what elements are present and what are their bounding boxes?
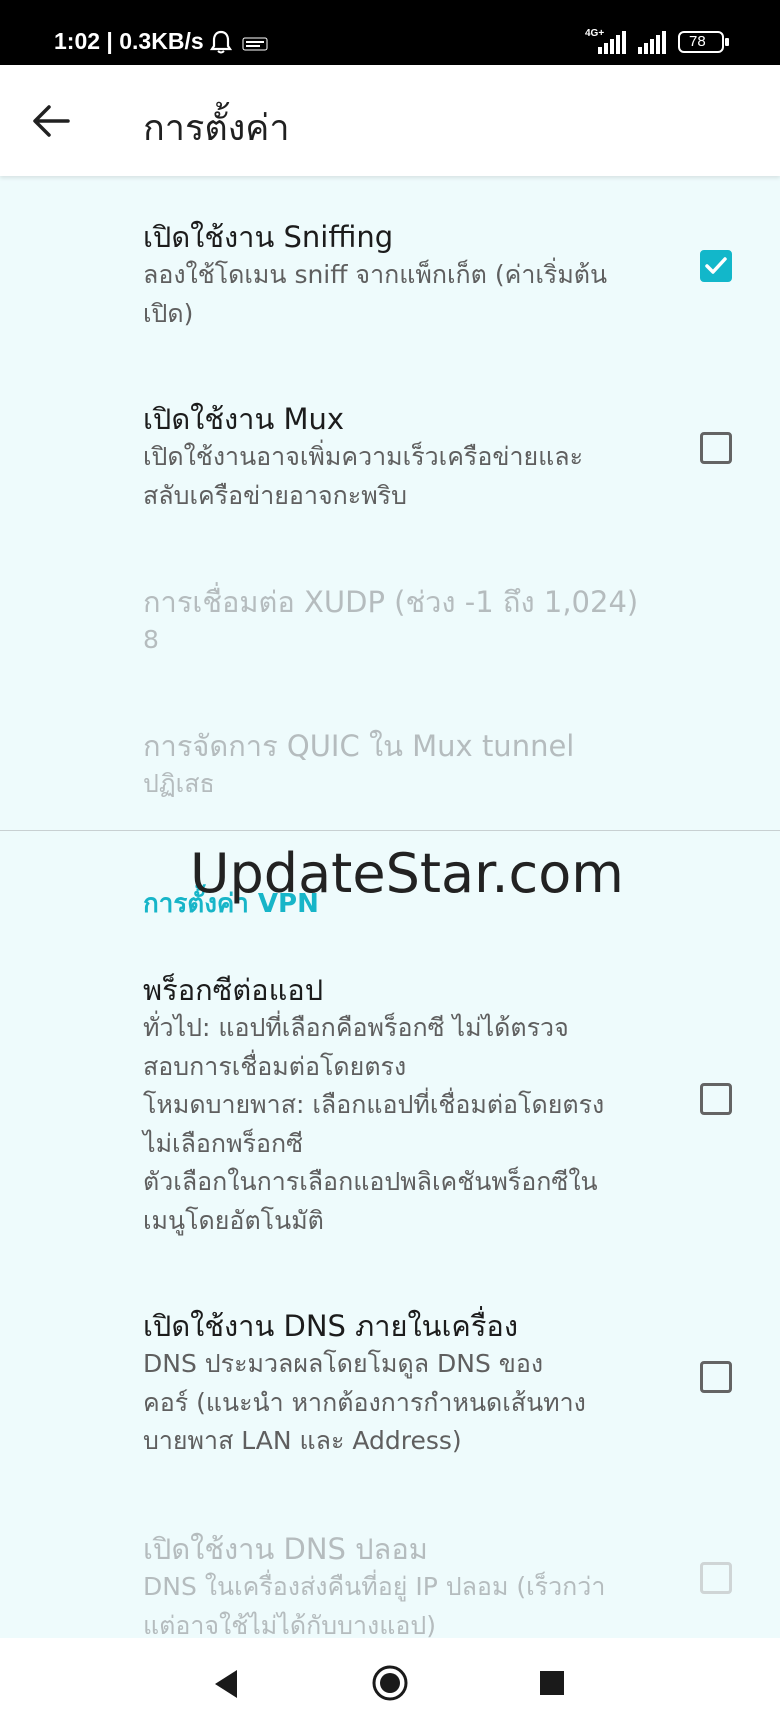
pref-per-app-proxy[interactable]: พร็อกซีต่อแอป ทั่วไป: แอปที่เลือกคือพร็อ… bbox=[0, 967, 780, 1237]
back-button[interactable] bbox=[22, 91, 82, 151]
pref-title: พร็อกซีต่อแอป bbox=[143, 973, 324, 1007]
pref-xudp-connections: การเชื่อมต่อ XUDP (ช่วง -1 ถึง 1,024) 8 bbox=[0, 579, 780, 669]
pref-summary: ทั่วไป: แอปที่เลือกคือพร็อกซี ไม่ได้ตรวจ… bbox=[143, 1013, 605, 1235]
pref-enable-mux[interactable]: เปิดใช้งาน Mux เปิดใช้งานอาจเพิ่มความเร็… bbox=[0, 396, 780, 516]
pref-title: เปิดใช้งาน DNS ปลอม bbox=[143, 1532, 428, 1566]
page-title: การตั้งค่า bbox=[143, 108, 290, 149]
pref-enable-sniffing[interactable]: เปิดใช้งาน Sniffing ลองใช้โดเมน sniff จา… bbox=[0, 214, 780, 334]
triangle-back-icon bbox=[215, 1670, 237, 1698]
pref-summary: ลองใช้โดเมน sniff จากแพ็กเก็ต (ค่าเริ่มต… bbox=[143, 260, 608, 328]
pref-title: เปิดใช้งาน Mux bbox=[143, 402, 345, 436]
pref-summary: DNS ในเครื่องส่งคืนที่อยู่ IP ปลอม (เร็ว… bbox=[143, 1572, 606, 1640]
signal-strength-icon-1 bbox=[598, 30, 628, 58]
square-recents-icon bbox=[540, 1671, 564, 1695]
status-bar: 1:02 | 0.3KB/s 4G+ 78 bbox=[0, 0, 780, 65]
nav-home-button[interactable] bbox=[371, 1664, 409, 1706]
nav-recents-button[interactable] bbox=[539, 1670, 565, 1700]
checkmark-icon bbox=[705, 257, 727, 274]
section-divider bbox=[0, 830, 780, 831]
signal-strength-icon-2 bbox=[638, 30, 668, 58]
local-dns-checkbox[interactable] bbox=[700, 1361, 732, 1393]
pref-summary: DNS ประมวลผลโดยโมดูล DNS ของ คอร์ (แนะนำ… bbox=[143, 1349, 586, 1455]
sniffing-checkbox[interactable] bbox=[700, 250, 732, 282]
fake-dns-checkbox bbox=[700, 1562, 732, 1594]
per-app-proxy-checkbox[interactable] bbox=[700, 1083, 732, 1115]
pref-title: การจัดการ QUIC ใน Mux tunnel bbox=[143, 729, 575, 763]
pref-summary: 8 bbox=[143, 625, 159, 654]
pref-fake-dns: เปิดใช้งาน DNS ปลอม DNS ในเครื่องส่งคืนท… bbox=[0, 1526, 780, 1640]
pref-local-dns[interactable]: เปิดใช้งาน DNS ภายในเครื่อง DNS ประมวลผล… bbox=[0, 1303, 780, 1463]
watermark: UpdateStar.com bbox=[190, 842, 624, 905]
pref-summary: เปิดใช้งานอาจเพิ่มความเร็วเครือข่ายและ ส… bbox=[143, 442, 584, 510]
battery-level: 78 bbox=[689, 33, 706, 50]
pref-quic-handling: การจัดการ QUIC ใน Mux tunnel ปฏิเสธ bbox=[0, 723, 780, 813]
navigation-bar bbox=[0, 1638, 780, 1733]
pref-title: เปิดใช้งาน DNS ภายในเครื่อง bbox=[143, 1309, 518, 1343]
arrow-back-icon bbox=[33, 105, 70, 137]
nav-back-button[interactable] bbox=[211, 1668, 241, 1704]
pref-title: เปิดใช้งาน Sniffing bbox=[143, 220, 394, 254]
circle-home-icon bbox=[372, 1665, 408, 1701]
app-bar: การตั้งค่า bbox=[0, 65, 780, 176]
status-time: 1:02 | 0.3KB/s bbox=[54, 28, 204, 54]
notification-bell-icon bbox=[209, 30, 233, 58]
pref-summary: ปฏิเสธ bbox=[143, 769, 215, 798]
mi-notification-icon bbox=[242, 36, 268, 55]
pref-title: การเชื่อมต่อ XUDP (ช่วง -1 ถึง 1,024) bbox=[143, 585, 639, 619]
mux-checkbox[interactable] bbox=[700, 432, 732, 464]
battery-icon: 78 bbox=[678, 31, 730, 53]
